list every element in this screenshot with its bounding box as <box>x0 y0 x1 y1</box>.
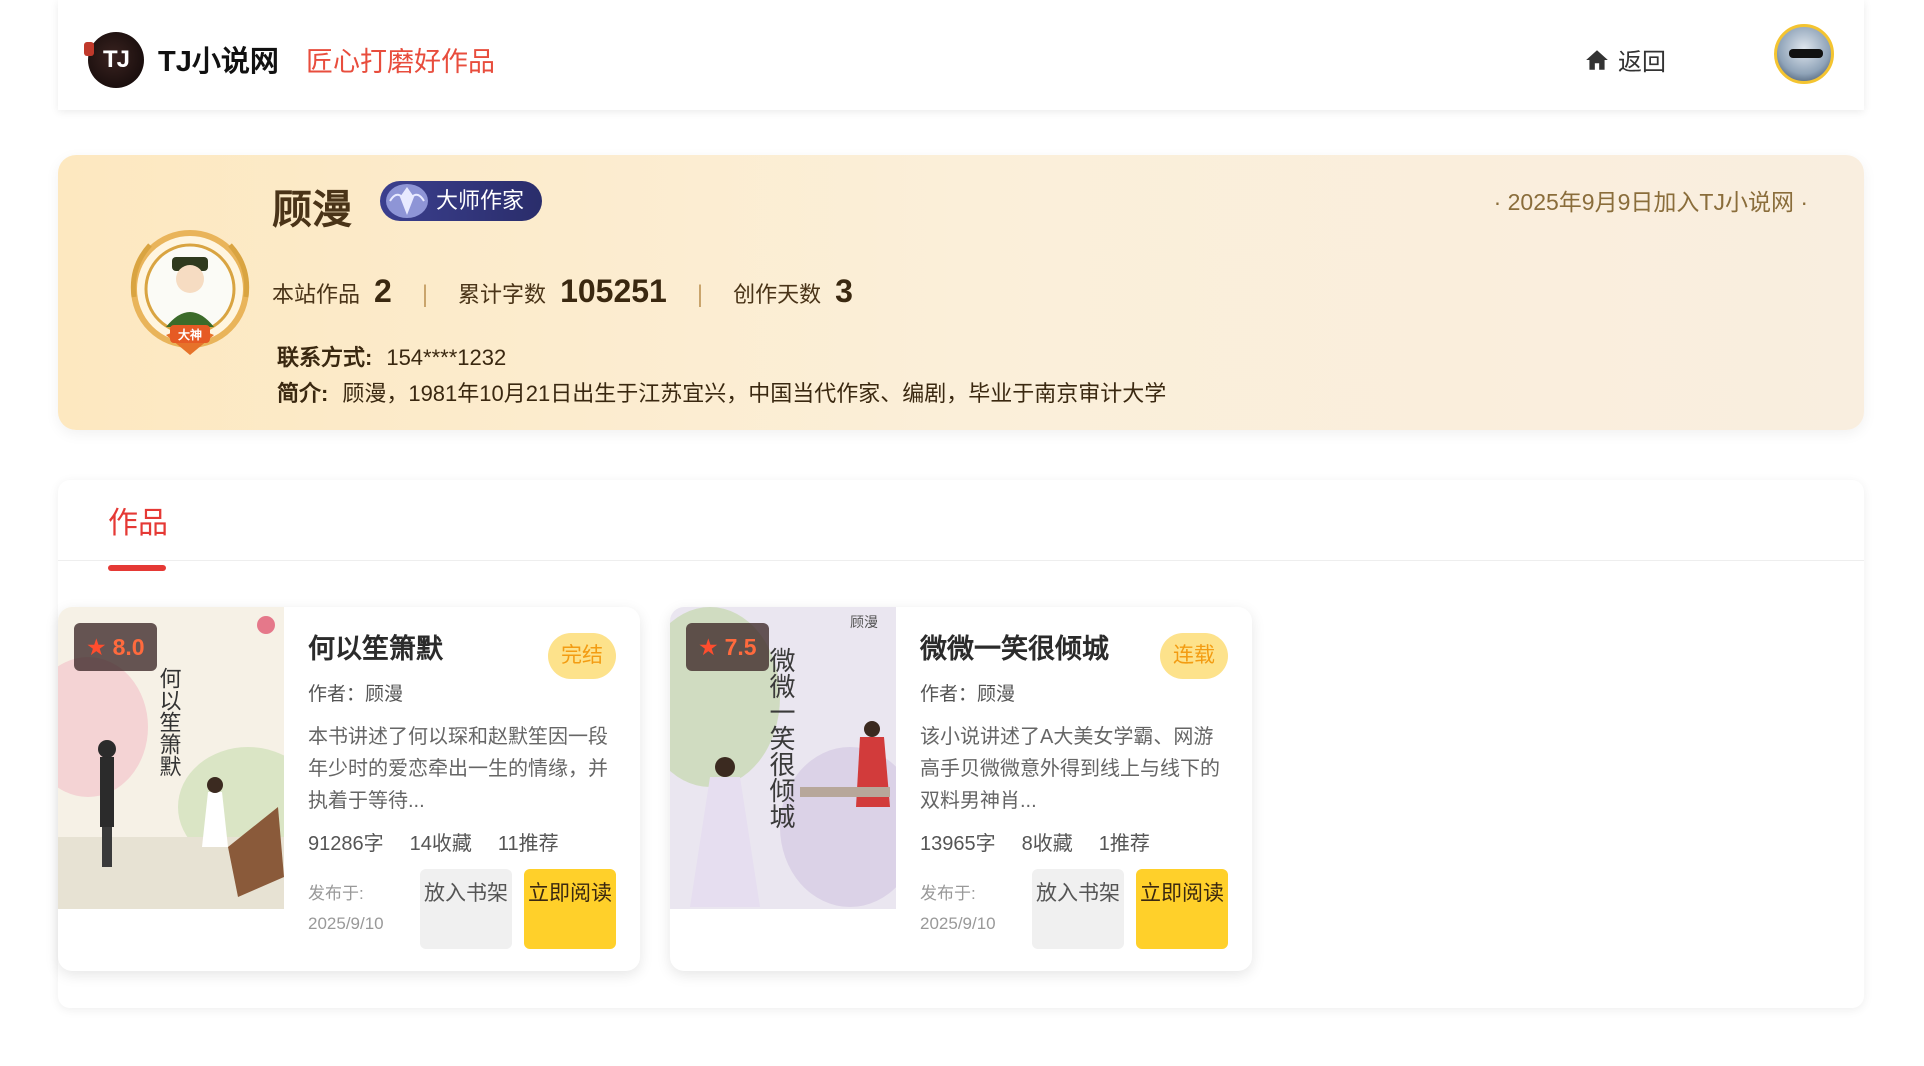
book-author: 作者：顾漫 <box>308 684 404 705</box>
book-status-badge: 完结 <box>548 633 616 679</box>
stat-separator: | <box>696 281 704 308</box>
site-slogan: 匠心打磨好作品 <box>306 47 495 77</box>
rating-value: 8.0 <box>112 634 145 660</box>
site-logo[interactable]: TJ <box>84 32 144 88</box>
book-meta: 13965字 8收藏 1推荐 <box>920 827 1150 856</box>
author-medal-icon: 大神 <box>130 230 250 355</box>
site-name[interactable]: TJ小说网 <box>158 38 279 80</box>
publish-label: 发布于: <box>308 884 364 903</box>
add-to-shelf-button[interactable]: 放入书架 <box>1032 869 1124 949</box>
medal-label: 大神 <box>178 327 202 342</box>
author-profile-card: 大神 顾漫 大师作家 · 2025年9月9日加入TJ小说网 · 本站作品 2 |… <box>58 155 1864 430</box>
book-publish-info: 发布于: 2025/9/10 <box>308 879 384 939</box>
site-logo-text: TJ <box>102 46 130 73</box>
book-recommends: 1推荐 <box>1098 833 1150 855</box>
publish-label: 发布于: <box>920 884 976 903</box>
stat-separator: | <box>421 281 429 308</box>
author-intro: 简介: 顾漫，1981年10月21日出生于江苏宜兴，中国当代作家、编剧，毕业于南京… <box>277 376 1166 408</box>
book-rating: ★ 7.5 <box>686 623 769 671</box>
join-date: · 2025年9月9日加入TJ小说网 · <box>1493 189 1808 215</box>
stat-words-value: 105251 <box>560 273 667 309</box>
top-header: TJ TJ小说网 匠心打磨好作品 返回 <box>58 0 1864 110</box>
book-title[interactable]: 微微一笑很倾城 <box>920 627 1109 666</box>
author-level-text: 大师作家 <box>436 188 525 213</box>
home-icon <box>1586 49 1608 70</box>
svg-text:何以笙箫默: 何以笙箫默 <box>156 667 182 777</box>
read-now-button[interactable]: 立即阅读 <box>1136 869 1228 949</box>
tab-works[interactable]: 作品 <box>108 498 168 542</box>
add-to-shelf-button[interactable]: 放入书架 <box>420 869 512 949</box>
svg-text:微微一笑很倾城: 微微一笑很倾城 <box>765 647 795 829</box>
rating-value: 7.5 <box>724 634 757 660</box>
book-description: 本书讲述了何以琛和赵默笙因一段年少时的爱恋牵出一生的情缘，并执着于等待... <box>308 726 608 812</box>
book-status-badge: 连载 <box>1160 633 1228 679</box>
intro-label: 简介: <box>277 381 329 406</box>
author-level-badge: 大师作家 <box>380 181 543 221</box>
contact-value: 154****1232 <box>386 345 507 370</box>
book-author: 作者：顾漫 <box>920 684 1016 705</box>
star-icon: ★ <box>698 634 719 660</box>
read-now-button[interactable]: 立即阅读 <box>524 869 616 949</box>
stat-works-label: 本站作品 <box>272 282 361 307</box>
stat-days-label: 创作天数 <box>733 282 822 307</box>
book-rating: ★ 8.0 <box>74 623 157 671</box>
contact-info: 联系方式: 154****1232 <box>277 340 506 372</box>
back-button[interactable]: 返回 <box>1584 42 1666 77</box>
tab-divider <box>58 560 1864 561</box>
back-label: 返回 <box>1618 49 1666 76</box>
stat-works-value: 2 <box>374 273 392 309</box>
user-avatar[interactable] <box>1774 24 1834 84</box>
book-publish-info: 发布于: 2025/9/10 <box>920 879 996 939</box>
stat-days-value: 3 <box>835 273 853 309</box>
book-recommends: 11推荐 <box>497 833 559 855</box>
stat-words-label: 累计字数 <box>458 282 547 307</box>
book-card[interactable]: 何以笙箫默 ★ 8.0 何以笙箫默 完结 作者：顾漫 本书讲述了何以琛和赵默笙因一… <box>58 607 640 971</box>
svg-text:顾漫: 顾漫 <box>850 615 878 631</box>
star-icon: ★ <box>86 634 107 660</box>
author-stats: 本站作品 2 | 累计字数 105251 | 创作天数 3 <box>272 273 853 310</box>
works-panel: 作品 何以笙箫默 ★ 8.0 何以笙箫默 完结 作者：顾漫 本书讲述了何以琛和赵默… <box>58 480 1864 1008</box>
avatar-glasses <box>1789 49 1823 58</box>
publish-date: 2025/9/10 <box>920 914 996 933</box>
author-name: 顾漫 <box>272 188 352 232</box>
book-word-count: 91286字 <box>308 833 384 855</box>
book-meta: 91286字 14收藏 11推荐 <box>308 827 559 856</box>
book-description: 该小说讲述了A大美女学霸、网游高手贝微微意外得到线上与线下的双料男神肖... <box>920 726 1220 812</box>
book-favorites: 8收藏 <box>1021 833 1073 855</box>
book-word-count: 13965字 <box>920 833 996 855</box>
intro-value: 顾漫，1981年10月21日出生于江苏宜兴，中国当代作家、编剧，毕业于南京审计大… <box>342 381 1167 406</box>
book-title[interactable]: 何以笙箫默 <box>308 627 443 666</box>
master-author-badge-icon <box>386 184 428 218</box>
book-card[interactable]: 微微一笑很倾城 顾漫 ★ 7.5 微微一笑很倾城 连载 作者：顾漫 该小说讲述了A… <box>670 607 1252 971</box>
contact-label: 联系方式: <box>277 345 373 370</box>
active-tab-indicator <box>108 565 166 571</box>
publish-date: 2025/9/10 <box>308 914 384 933</box>
book-favorites: 14收藏 <box>409 833 472 855</box>
